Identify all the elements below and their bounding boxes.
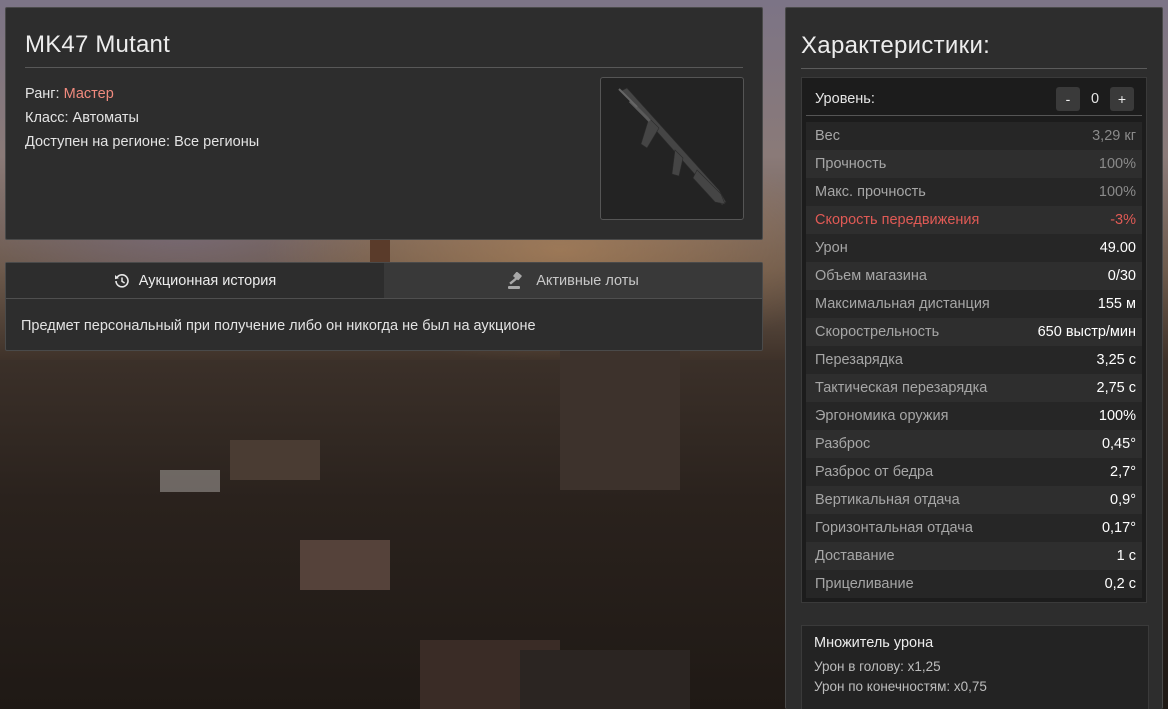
stats-panel: Характеристики: Уровень: - 0 + Вес 3,29 к… [785,7,1163,709]
stat-value: 0/30 [1107,268,1136,284]
level-label: Уровень: [815,90,875,107]
background-building [560,350,680,490]
stat-name: Объем магазина [815,268,927,284]
background-building [160,470,220,492]
stat-row: Тактическая перезарядка 2,75 с [806,374,1142,402]
stat-row: Макс. прочность 100% [806,178,1142,206]
item-details: Ранг: Мастер Класс: Автоматы Доступен на… [25,82,259,154]
tab-auction-history-label: Аукционная история [138,272,277,289]
stat-name: Урон [815,240,848,256]
stat-name: Перезарядка [815,352,903,368]
stat-name: Разброс от бедра [815,464,934,480]
stat-value: 0,9° [1110,492,1136,508]
stat-value: 155 м [1097,296,1136,312]
stat-row: Скорость передвижения -3% [806,206,1142,234]
tab-active-lots-label: Активные лоты [536,272,639,289]
stat-value: -3% [1110,212,1136,228]
stat-value: 2,75 с [1096,380,1137,396]
stat-row: Урон 49.00 [806,234,1142,262]
stat-value: 100% [1098,184,1136,200]
damage-multiplier-box: Множитель урона Урон в голову: x1,25 Уро… [801,625,1149,709]
stat-name: Прочность [815,156,887,172]
stat-row: Вес 3,29 кг [806,122,1142,150]
stat-value: 3,29 кг [1092,128,1136,144]
stat-value: 3,25 с [1096,352,1137,368]
item-title: MK47 Mutant [25,8,743,68]
stat-name: Макс. прочность [815,184,926,200]
class-value: Автоматы [72,110,139,126]
multiplier-limbs: Урон по конечностям: x0,75 [814,679,987,694]
stat-value: 2,7° [1110,464,1136,480]
stat-row: Прочность 100% [806,150,1142,178]
multiplier-head: Урон в голову: x1,25 [814,659,941,674]
level-value: 0 [1090,90,1100,107]
stat-value: 49.00 [1099,240,1136,256]
stat-rows: Вес 3,29 кг Прочность 100% Макс. прочность 10… [806,122,1142,598]
stat-value: 0,45° [1101,436,1136,452]
level-decrease-button[interactable]: - [1056,86,1080,111]
stat-value: 650 выстр/мин [1037,324,1136,340]
stat-row: Эргономика оружия 100% [806,402,1142,430]
stat-row: Разброс 0,45° [806,430,1142,458]
multiplier-title: Множитель урона [814,635,934,651]
stat-name: Прицеливание [815,576,914,592]
stats-title: Характеристики: [801,8,1147,69]
item-info-panel: MK47 Mutant Ранг: Мастер Класс: Автоматы… [5,7,763,240]
stat-value: 0,17° [1101,520,1136,536]
stat-name: Разброс [815,436,871,452]
assault-rifle-icon [618,87,727,206]
stat-row: Объем магазина 0/30 [806,262,1142,290]
tab-active-lots[interactable]: Активные лоты [384,263,762,298]
stat-name: Скорость передвижения [815,212,980,228]
history-icon [114,273,129,288]
stat-value: 100% [1098,408,1136,424]
rank-label: Ранг: [25,86,60,102]
stat-value: 1 с [1116,548,1136,564]
background-building [300,540,390,590]
stat-name: Скорострельность [815,324,940,340]
item-class: Класс: Автоматы [25,106,259,130]
item-rank: Ранг: Мастер [25,82,259,106]
item-image [600,77,744,220]
background-building [230,440,320,480]
stat-row: Максимальная дистанция 155 м [806,290,1142,318]
tab-auction-history[interactable]: Аукционная история [6,263,384,298]
stat-row: Горизонтальная отдача 0,17° [806,514,1142,542]
stat-row: Скорострельность 650 выстр/мин [806,318,1142,346]
stat-value: 100% [1098,156,1136,172]
class-label: Класс: [25,110,69,126]
auction-tabs: Аукционная история Активные лоты [6,263,762,299]
stat-name: Доставание [815,548,895,564]
auction-panel: Аукционная история Активные лоты Предмет… [5,262,763,351]
rank-value: Мастер [63,86,114,102]
stat-name: Горизонтальная отдача [815,520,973,536]
auction-message: Предмет персональный при получение либо … [21,318,536,334]
stat-value: 0,2 с [1104,576,1136,592]
gavel-icon [508,271,522,289]
level-row: Уровень: - 0 + [806,82,1142,116]
stat-name: Вес [815,128,840,144]
stats-table: Уровень: - 0 + Вес 3,29 кг Прочность 100% Ма… [801,77,1147,603]
stat-row: Прицеливание 0,2 с [806,570,1142,598]
level-increase-button[interactable]: + [1110,86,1134,111]
stat-name: Эргономика оружия [815,408,949,424]
stat-row: Доставание 1 с [806,542,1142,570]
background-building [520,650,690,709]
stat-row: Разброс от бедра 2,7° [806,458,1142,486]
stat-row: Вертикальная отдача 0,9° [806,486,1142,514]
stat-name: Максимальная дистанция [815,296,990,312]
stat-name: Вертикальная отдача [815,492,960,508]
item-region: Доступен на регионе: Все регионы [25,130,259,154]
stat-row: Перезарядка 3,25 с [806,346,1142,374]
region-value: Все регионы [174,134,260,150]
stat-name: Тактическая перезарядка [815,380,988,396]
region-label: Доступен на регионе: [25,134,171,150]
